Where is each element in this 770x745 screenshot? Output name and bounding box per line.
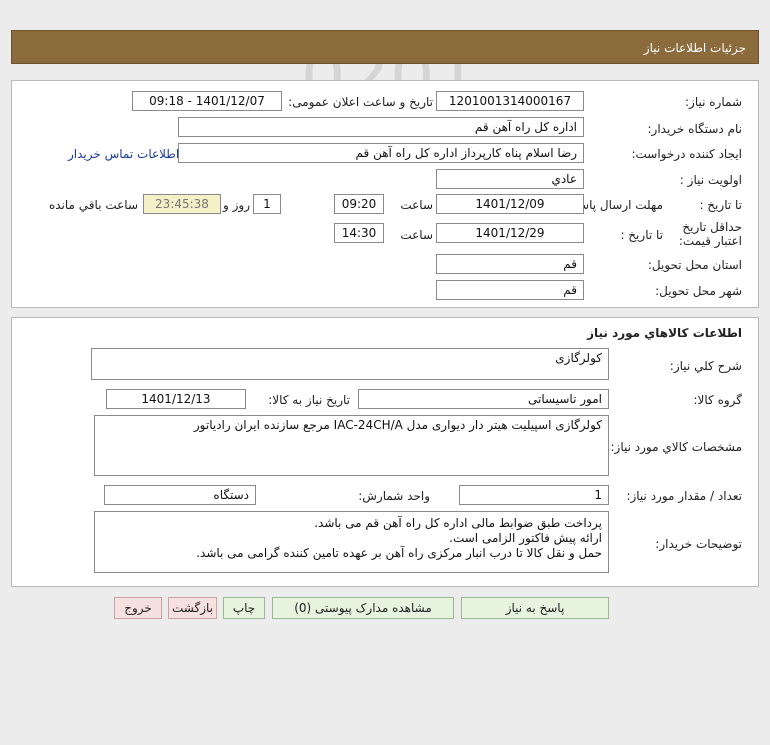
unit-field: دستگاه bbox=[104, 485, 256, 505]
print-button[interactable]: چاپ bbox=[223, 597, 265, 619]
priority-label: اولویت نیاز : bbox=[679, 173, 742, 187]
qty-label: تعداد / مقدار مورد نیاز: bbox=[626, 489, 742, 503]
priority-field: عادي bbox=[436, 169, 584, 189]
city-label: شهر محل تحویل: bbox=[655, 284, 742, 298]
need-info-panel bbox=[11, 80, 759, 308]
announce-label: تاریخ و ساعت اعلان عمومی: bbox=[288, 95, 433, 109]
days-label: روز و bbox=[223, 198, 250, 212]
creator-label: ایجاد کننده درخواست: bbox=[631, 147, 742, 161]
unit-label: واحد شمارش: bbox=[358, 489, 430, 503]
city-field: قم bbox=[436, 280, 584, 300]
notes-line: پرداخت طبق ضوابط مالی اداره کل راه آهن ق… bbox=[314, 516, 602, 530]
announce-field: 1401/12/07 - 09:18 bbox=[132, 91, 282, 111]
province-label: استان محل تحویل: bbox=[647, 258, 742, 272]
back-button[interactable]: بازگشت bbox=[168, 597, 217, 619]
group-label: گروه کالا: bbox=[693, 393, 743, 407]
validity-time-field: 14:30 bbox=[334, 223, 384, 243]
creator-field: رضا اسلام پناه کارپرداز اداره کل راه آهن… bbox=[178, 143, 584, 163]
validity-time-label: ساعت bbox=[400, 228, 433, 242]
need-number-field: 1201001314000167 bbox=[436, 91, 584, 111]
validity-date-field: 1401/12/29 bbox=[436, 223, 584, 243]
desc-label: شرح کلي نياز: bbox=[669, 359, 742, 373]
deadline-until-label: تا تاریخ : bbox=[699, 198, 742, 212]
remaining-label: ساعت باقي مانده bbox=[48, 198, 138, 212]
spec-label: مشخصات کالاي مورد نياز: bbox=[610, 440, 742, 454]
exit-button[interactable]: خروج bbox=[114, 597, 162, 619]
need-date-label: تاریخ نیاز به کالا: bbox=[268, 393, 350, 407]
notes-label: توضیحات خریدار: bbox=[655, 537, 742, 551]
need-number-label: شماره نیاز: bbox=[685, 95, 742, 109]
deadline-time-label: ساعت bbox=[400, 198, 433, 212]
deadline-date-field: 1401/12/09 bbox=[436, 194, 584, 214]
attachments-button[interactable]: مشاهده مدارک پیوستی (0) bbox=[272, 597, 454, 619]
validity-label: حداقل تاریخ اعتبار قیمت: bbox=[678, 220, 742, 248]
validity-until-label: تا تاریخ : bbox=[620, 228, 663, 242]
notes-field: پرداخت طبق ضوابط مالی اداره کل راه آهن ق… bbox=[94, 511, 609, 573]
group-field: امور تاسیساتی bbox=[358, 389, 609, 409]
remaining-time-field: 23:45:38 bbox=[143, 194, 221, 214]
buyer-field: اداره کل راه آهن قم bbox=[178, 117, 584, 137]
page-title: جزئیات اطلاعات نیاز bbox=[643, 41, 746, 55]
province-field: قم bbox=[436, 254, 584, 274]
spec-field: کولرگازی اسپیلیت هیتر دار دیواری مدل IAC… bbox=[94, 415, 609, 476]
need-date-field: 1401/12/13 bbox=[106, 389, 246, 409]
page-header: جزئیات اطلاعات نیاز bbox=[11, 30, 759, 64]
days-field: 1 bbox=[253, 194, 281, 214]
respond-button[interactable]: پاسخ به نیاز bbox=[461, 597, 609, 619]
qty-field: 1 bbox=[459, 485, 609, 505]
desc-field: کولرگازی bbox=[91, 348, 609, 380]
buyer-label: نام دستگاه خریدار: bbox=[647, 122, 743, 136]
notes-line: ارائه پیش فاکتور الزامی است. bbox=[449, 531, 602, 545]
goods-section-title: اطلاعات کالاهاي مورد نياز bbox=[587, 326, 742, 340]
notes-line: حمل و نقل کالا تا درب انبار مرکزی راه آه… bbox=[196, 546, 602, 560]
deadline-time-field: 09:20 bbox=[334, 194, 384, 214]
buyer-contact-link[interactable]: اطلاعات تماس خریدار bbox=[68, 147, 179, 161]
